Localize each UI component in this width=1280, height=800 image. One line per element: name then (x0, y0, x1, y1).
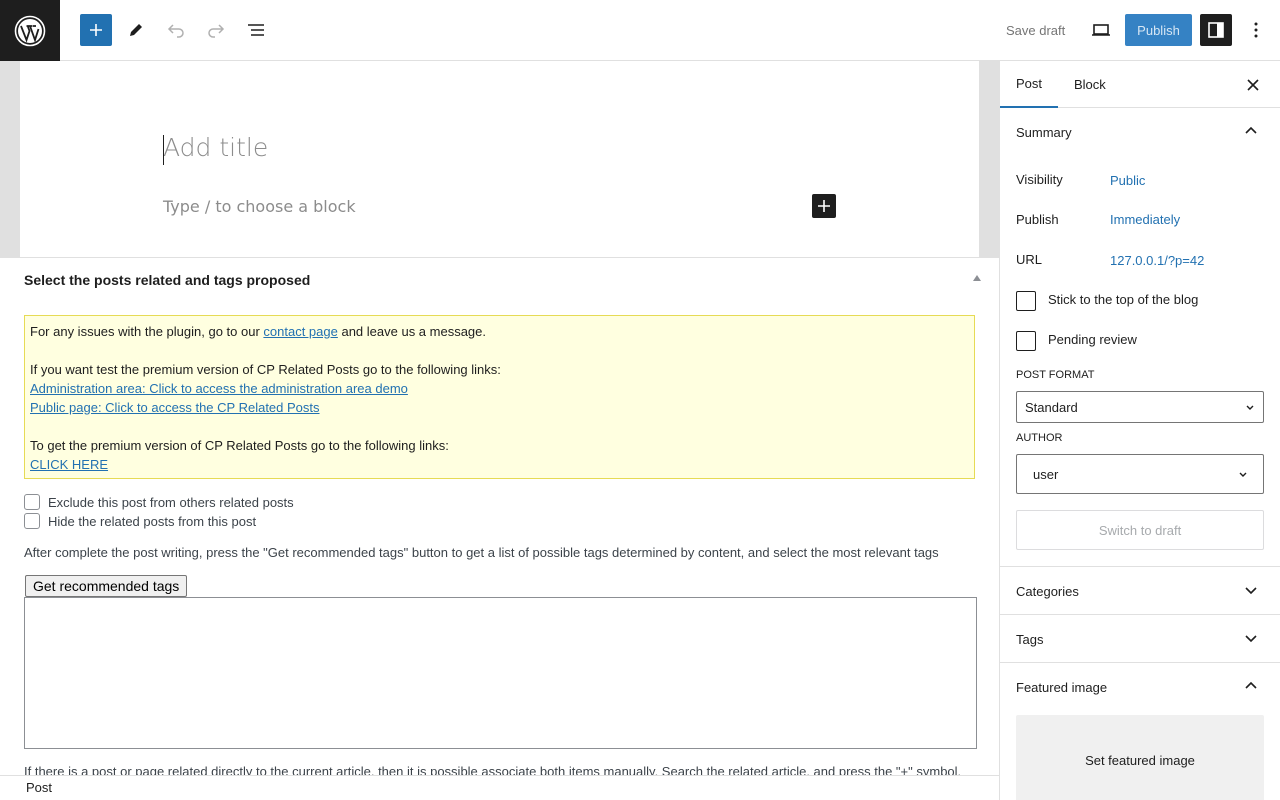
post-format-label: POST FORMAT (1016, 369, 1095, 381)
hide-related-option: Hide the related posts from this post (24, 513, 256, 529)
post-title-input[interactable]: Add title (163, 133, 268, 162)
publish-label: Publish (1016, 212, 1059, 227)
redo-button[interactable] (200, 14, 232, 46)
text-caret (163, 135, 164, 165)
tab-post[interactable]: Post (1000, 61, 1059, 108)
save-draft-button[interactable]: Save draft (996, 14, 1075, 46)
undo-button[interactable] (160, 14, 192, 46)
notice-text: For any issues with the plugin, go to ou… (30, 324, 264, 339)
sticky-label: Stick to the top of the blog (1048, 292, 1199, 307)
admin-demo-link[interactable]: Administration area: Click to access the… (30, 381, 408, 396)
chevron-down-icon (1245, 587, 1257, 595)
chevron-up-icon (1245, 126, 1257, 134)
pending-review-label: Pending review (1048, 332, 1137, 347)
chevron-down-icon (1246, 405, 1254, 410)
post-format-select[interactable]: Standard (1016, 391, 1264, 423)
plus-icon (90, 24, 102, 36)
post-format-value: Standard (1025, 399, 1078, 415)
hide-related-checkbox[interactable] (24, 513, 40, 529)
notice-text: and leave us a message. (337, 324, 487, 339)
summary-panel-toggle[interactable]: Summary (1000, 108, 1280, 156)
set-featured-image-button[interactable]: Set featured image (1016, 715, 1264, 800)
tags-title: Tags (1016, 631, 1044, 647)
hide-related-label: Hide the related posts from this post (48, 513, 257, 529)
metabox-collapse-icon[interactable] (973, 275, 981, 281)
notice-line-2: If you want test the premium version of … (30, 362, 501, 377)
related-posts-metabox: Select the posts related and tags propos… (0, 257, 999, 775)
close-sidebar-button[interactable] (1241, 73, 1265, 97)
block-inserter-button[interactable] (80, 14, 112, 46)
tags-panel-toggle[interactable]: Tags (1000, 615, 1280, 663)
wordpress-logo-icon (14, 15, 46, 46)
contact-page-link[interactable]: contact page (263, 324, 337, 339)
block-appender[interactable]: Type / to choose a block (163, 197, 356, 216)
add-block-button[interactable] (812, 194, 836, 218)
featured-image-title: Featured image (1016, 679, 1108, 695)
tags-instructions: After complete the post writing, press t… (24, 545, 939, 560)
settings-sidebar: Post Block Summary Visibility Public Pub… (999, 61, 1280, 800)
sidebar-tabs: Post Block (1000, 61, 1280, 108)
notice-line-1: For any issues with the plugin, go to ou… (30, 322, 969, 341)
plugin-notice: For any issues with the plugin, go to ou… (24, 315, 975, 479)
editor-header: Save draft Publish (0, 0, 1280, 61)
plus-icon (818, 200, 830, 212)
get-recommended-tags-button[interactable]: Get recommended tags (25, 575, 188, 597)
tab-block[interactable]: Block (1058, 61, 1122, 108)
more-vertical-icon (1254, 22, 1258, 38)
related-manual-text: If there is a post or page related direc… (24, 764, 962, 775)
click-here-link[interactable]: CLICK HERE (30, 457, 108, 472)
preview-button[interactable] (1085, 14, 1117, 46)
editor-canvas: Add title Type / to choose a block (20, 61, 979, 257)
url-label: URL (1016, 252, 1043, 267)
exclude-post-label: Exclude this post from others related po… (48, 494, 294, 510)
visibility-label: Visibility (1016, 172, 1063, 187)
list-view-button[interactable] (240, 14, 272, 46)
redo-icon (208, 24, 225, 38)
publish-date-value[interactable]: Immediately (1110, 212, 1180, 227)
exclude-post-option: Exclude this post from others related po… (24, 494, 294, 510)
author-label: AUTHOR (1016, 432, 1063, 444)
pencil-icon (130, 24, 142, 36)
desktop-preview-icon (1092, 24, 1110, 36)
settings-toggle-button[interactable] (1200, 14, 1232, 46)
chevron-down-icon (1245, 635, 1257, 643)
tools-button[interactable] (120, 14, 152, 46)
chevron-down-icon (1239, 472, 1247, 477)
publish-button[interactable]: Publish (1125, 14, 1192, 46)
sidebar-settings-icon (1208, 22, 1224, 38)
categories-title: Categories (1016, 583, 1079, 599)
breadcrumb[interactable]: Post (26, 780, 52, 795)
close-icon (1247, 79, 1259, 91)
sticky-checkbox[interactable] (1016, 291, 1036, 311)
visibility-value[interactable]: Public (1110, 173, 1145, 188)
undo-icon (167, 24, 184, 38)
url-value[interactable]: 127.0.0.1/?p=42 (1110, 253, 1204, 268)
summary-title: Summary (1016, 124, 1072, 140)
chevron-up-icon (1245, 681, 1257, 689)
categories-panel-toggle[interactable]: Categories (1000, 567, 1280, 615)
metabox-title: Select the posts related and tags propos… (24, 272, 311, 288)
recommended-tags-area[interactable] (24, 597, 977, 749)
author-select[interactable]: user (1016, 454, 1264, 494)
editor-footer: Post (0, 775, 1000, 800)
public-demo-link[interactable]: Public page: Click to access the CP Rela… (30, 400, 320, 415)
exclude-post-checkbox[interactable] (24, 494, 40, 510)
featured-image-panel-toggle[interactable]: Featured image (1000, 663, 1280, 711)
pending-review-checkbox[interactable] (1016, 331, 1036, 351)
wordpress-logo[interactable] (0, 0, 60, 61)
switch-to-draft-button[interactable]: Switch to draft (1016, 510, 1264, 550)
options-menu-button[interactable] (1240, 14, 1272, 46)
list-view-icon (248, 24, 264, 36)
author-value: user (1033, 466, 1059, 482)
notice-line-3: To get the premium version of CP Related… (30, 438, 449, 453)
